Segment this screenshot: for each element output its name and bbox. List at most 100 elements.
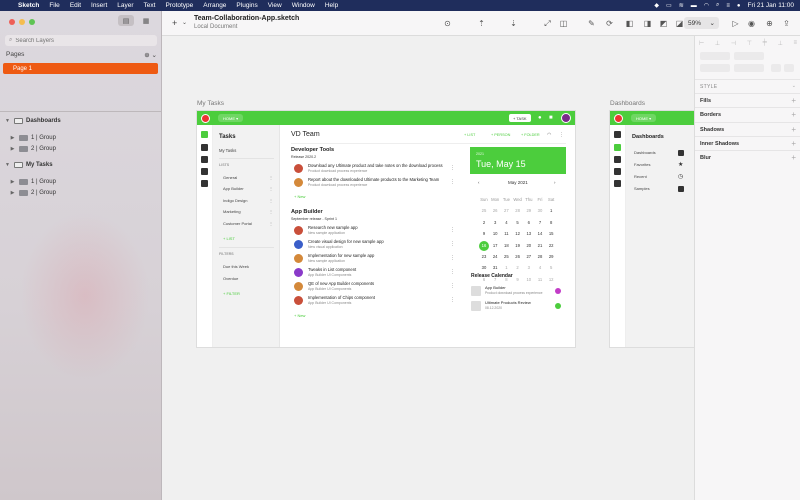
- intersect-icon[interactable]: ◩: [658, 18, 669, 29]
- add-filter-button[interactable]: + FILTER: [223, 291, 240, 296]
- subtract-icon[interactable]: ◨: [642, 18, 653, 29]
- add-list-button[interactable]: + LIST: [223, 236, 235, 241]
- chevron-right-icon[interactable]: ▶: [9, 146, 16, 152]
- more-icon[interactable]: ⋮: [269, 221, 273, 226]
- menu-file[interactable]: File: [49, 2, 59, 9]
- calendar-day[interactable]: 3: [524, 263, 534, 273]
- home-menu[interactable]: HOME ▾: [631, 114, 657, 122]
- fills-row[interactable]: Fills +: [695, 93, 800, 107]
- calendar-day[interactable]: 11: [501, 229, 511, 239]
- filter-item[interactable]: Due this Week: [223, 264, 273, 269]
- borders-row[interactable]: Borders +: [695, 107, 800, 121]
- add-blur-icon[interactable]: +: [791, 153, 796, 162]
- artboard-dashboards[interactable]: HOME ▾ Dashboards Dashboards Favorites ★ …: [609, 110, 694, 348]
- calendar-day[interactable]: 14: [535, 229, 545, 239]
- layer-group[interactable]: ▶ 2 | Group: [9, 143, 56, 154]
- chevron-right-icon[interactable]: ▶: [9, 135, 16, 141]
- task-row[interactable]: Implementation for new sample app New sa…: [294, 253, 455, 264]
- menu-prototype[interactable]: Prototype: [165, 2, 193, 9]
- nav-item[interactable]: Samples: [634, 186, 684, 192]
- calendar-day[interactable]: 12: [546, 275, 556, 285]
- more-icon[interactable]: ⋮: [450, 241, 455, 247]
- calendar-day[interactable]: 17: [490, 241, 500, 251]
- add-page-icon[interactable]: ⊕ ⌄: [144, 51, 157, 59]
- control-center-icon[interactable]: ≡: [726, 3, 730, 9]
- calendar-day[interactable]: 16: [479, 240, 489, 251]
- more-icon[interactable]: ⋮: [450, 283, 455, 289]
- calendar-day[interactable]: 29: [546, 252, 556, 262]
- calendar-day[interactable]: 29: [524, 206, 534, 216]
- calendar-day[interactable]: 7: [535, 218, 545, 228]
- add-border-icon[interactable]: +: [791, 110, 796, 119]
- zoom-select[interactable]: 59% ⌄: [684, 17, 719, 29]
- calendar-day[interactable]: 10: [524, 275, 534, 285]
- zoom-window-icon[interactable]: [29, 19, 35, 25]
- list-item[interactable]: General ⋮: [223, 175, 273, 180]
- release-item[interactable]: App Builder Product download process exp…: [471, 285, 566, 297]
- rotate-icon[interactable]: ⟳: [604, 18, 615, 29]
- chevron-down-icon[interactable]: ▼: [4, 162, 11, 168]
- menu-layer[interactable]: Layer: [117, 2, 133, 9]
- calendar-day[interactable]: 2: [479, 218, 489, 228]
- more-icon[interactable]: ⋮: [450, 179, 455, 185]
- align-right-icon[interactable]: ⊣: [731, 40, 736, 47]
- calendar-day[interactable]: 24: [490, 252, 500, 262]
- calendar-day[interactable]: 1: [546, 206, 556, 216]
- folder-icon[interactable]: [201, 180, 208, 187]
- calendar-day[interactable]: 3: [490, 218, 500, 228]
- calendar-day[interactable]: 9: [479, 229, 489, 239]
- union-icon[interactable]: ◧: [624, 18, 635, 29]
- components-icon[interactable]: ▦: [138, 15, 154, 26]
- calendar-day[interactable]: 9: [513, 275, 523, 285]
- create-symbol-icon[interactable]: ⊙: [442, 18, 453, 29]
- layer-group[interactable]: ▶ 2 | Group: [9, 187, 56, 198]
- calendar-day[interactable]: 25: [501, 252, 511, 262]
- y-field[interactable]: [734, 52, 764, 60]
- edit-icon[interactable]: ✎: [586, 18, 597, 29]
- calendar-day[interactable]: 15: [546, 229, 556, 239]
- bell-icon[interactable]: ●: [538, 115, 544, 121]
- menu-view[interactable]: View: [268, 2, 282, 9]
- chevron-down-icon[interactable]: ⌄: [792, 83, 796, 89]
- menu-insert[interactable]: Insert: [91, 2, 107, 9]
- search-icon[interactable]: ⌕: [716, 2, 719, 9]
- calendar-day[interactable]: 18: [501, 241, 511, 251]
- add-folder-action[interactable]: + FOLDER: [521, 133, 540, 137]
- task-row[interactable]: Download any Ultimate product and take n…: [294, 163, 455, 174]
- align-top-icon[interactable]: ⊤: [747, 40, 752, 47]
- new-task-link[interactable]: + New: [294, 194, 305, 199]
- task-row[interactable]: Create visual design for new sample app …: [294, 239, 455, 250]
- calendar-day[interactable]: 31: [490, 263, 500, 273]
- calendar-day[interactable]: 26: [513, 252, 523, 262]
- add-person-action[interactable]: + PERSON: [491, 133, 510, 137]
- location-icon[interactable]: [201, 156, 208, 163]
- minimize-window-icon[interactable]: [19, 19, 25, 25]
- align-left-icon[interactable]: ⊢: [699, 40, 704, 47]
- list-item[interactable]: Indigo Design ⋮: [223, 198, 273, 203]
- blur-row[interactable]: Blur +: [695, 150, 800, 164]
- flip-vertical-button[interactable]: [784, 64, 794, 72]
- chat-icon[interactable]: ■: [549, 115, 555, 121]
- artboard-label[interactable]: Dashboards: [610, 100, 645, 107]
- battery-icon[interactable]: ▬: [691, 3, 697, 9]
- calendar-day[interactable]: 30: [479, 263, 489, 273]
- menu-window[interactable]: Window: [292, 2, 315, 9]
- layer-group[interactable]: ▶ 1 | Group: [9, 132, 56, 143]
- menu-text[interactable]: Text: [144, 2, 156, 9]
- task-row[interactable]: QE of new App Builder components App Bui…: [294, 281, 455, 292]
- calendar-day[interactable]: 27: [501, 206, 511, 216]
- release-item[interactable]: Ultimate Products Review 08.12.2020: [471, 300, 566, 312]
- calendar-day[interactable]: 25: [479, 206, 489, 216]
- calendar-day[interactable]: 26: [490, 206, 500, 216]
- more-icon[interactable]: ⋮: [269, 198, 273, 203]
- export-icon[interactable]: ⇪: [781, 18, 792, 29]
- location-icon[interactable]: [614, 156, 621, 163]
- calendar-icon[interactable]: [614, 168, 621, 175]
- distribute-icon[interactable]: ≡: [793, 40, 797, 47]
- add-fill-icon[interactable]: +: [791, 96, 796, 105]
- new-task-link[interactable]: + New: [294, 313, 305, 318]
- task-row[interactable]: Research new sample app New sample appli…: [294, 225, 455, 236]
- task-row[interactable]: Tweaks in List component App Builder UI …: [294, 267, 455, 278]
- more-icon[interactable]: ⋮: [269, 209, 273, 214]
- nav-item[interactable]: Dashboards: [634, 150, 684, 156]
